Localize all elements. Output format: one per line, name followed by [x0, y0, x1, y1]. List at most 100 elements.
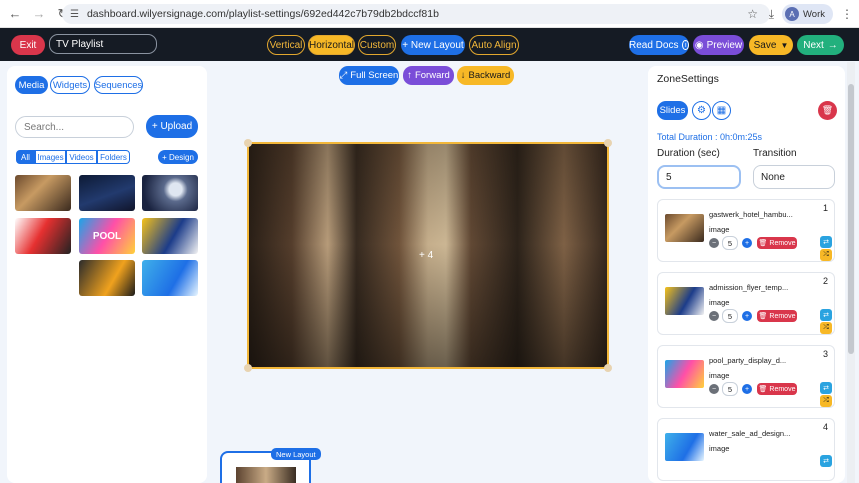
forward-button[interactable]: ↑ Forward [403, 66, 454, 85]
slide-name: admission_flyer_temp... [709, 283, 789, 292]
swap-icon[interactable]: ⇄ [820, 236, 832, 248]
scrollbar-thumb[interactable] [848, 84, 854, 354]
arrow-right-icon: → [827, 39, 838, 51]
site-settings-icon[interactable]: ☰ [70, 9, 79, 20]
slide-thumb [665, 360, 704, 388]
media-thumb[interactable] [142, 218, 198, 254]
profile-chip[interactable]: A Work [782, 4, 833, 24]
tab-sequences[interactable]: Sequences [94, 76, 143, 94]
media-thumb[interactable]: POOL [79, 218, 135, 254]
slide-duration-input[interactable]: 5 [722, 236, 738, 250]
increase-duration-button[interactable]: + [742, 238, 752, 248]
tab-media[interactable]: Media [15, 76, 48, 94]
resize-handle[interactable] [244, 364, 252, 372]
download-icon[interactable]: ⤓ [769, 7, 774, 22]
remove-slide-button[interactable]: 🗑 Remove [757, 383, 797, 395]
slide-duration-input[interactable]: 5 [722, 309, 738, 323]
resize-handle[interactable] [604, 364, 612, 372]
forward-arrow-icon[interactable]: → [30, 5, 48, 23]
zone-settings-panel: ZoneSettings Slides ⚙ ▦ 🗑 Total Duration… [648, 66, 845, 483]
slide-card[interactable]: 4 water_sale_ad_design... image ⇄ [657, 418, 835, 481]
filter-folders[interactable]: Folders [97, 150, 130, 164]
slide-card[interactable]: 2 admission_flyer_temp... image − 5 + 🗑 … [657, 272, 835, 335]
orientation-horizontal-button[interactable]: Horizontal [308, 35, 355, 55]
calendar-icon[interactable]: ▦ [712, 101, 731, 120]
backward-button[interactable]: ↓ Backward [457, 66, 514, 85]
playlist-name-input[interactable]: TV Playlist [49, 34, 157, 54]
design-button[interactable]: + Design [158, 150, 198, 164]
slide-number: 4 [822, 422, 828, 432]
new-layout-button[interactable]: + New Layout [401, 35, 465, 55]
media-thumb[interactable] [79, 175, 135, 211]
gear-icon[interactable]: ⚙ [692, 101, 711, 120]
transition-select[interactable]: None [753, 165, 835, 189]
address-bar[interactable]: ☰ dashboard.wilyersignage.com/playlist-s… [62, 4, 770, 24]
tab-widgets[interactable]: Widgets [50, 76, 90, 94]
settings-scrollbar[interactable] [847, 62, 855, 483]
forward-label: Forward [414, 70, 450, 81]
increase-duration-button[interactable]: + [742, 311, 752, 321]
orientation-custom-button[interactable]: Custom [358, 35, 396, 55]
zone-settings-title: ZoneSettings [657, 73, 719, 85]
upload-button[interactable]: + Upload [146, 115, 198, 138]
filter-videos[interactable]: Videos [66, 150, 97, 164]
read-docs-label: Read Docs [629, 39, 679, 51]
slide-card[interactable]: 3 pool_party_display_d... image − 5 + 🗑 … [657, 345, 835, 408]
media-thumb[interactable] [142, 175, 198, 211]
decrease-duration-button[interactable]: − [709, 311, 719, 321]
trash-icon: 🗑 [758, 313, 768, 320]
shuffle-icon[interactable]: ⤮ [820, 249, 832, 261]
read-docs-button[interactable]: Read Docs i [629, 35, 689, 55]
slide-type: image [709, 298, 730, 307]
backward-label: Backward [468, 70, 511, 81]
remove-slide-button[interactable]: 🗑 Remove [757, 310, 797, 322]
shuffle-icon[interactable]: ⤮ [820, 395, 832, 407]
decrease-duration-button[interactable]: − [709, 384, 719, 394]
slide-thumb [665, 214, 704, 242]
media-thumb[interactable] [79, 260, 135, 296]
slide-card[interactable]: 1 gastwerk_hotel_hambu... image − 5 + 🗑 … [657, 199, 835, 262]
duration-label: Duration (sec) [657, 148, 720, 159]
slides-tab-button[interactable]: Slides [657, 101, 688, 120]
total-duration: Total Duration : 0h:0m:25s [657, 132, 763, 142]
remove-slide-button[interactable]: 🗑 Remove [757, 237, 797, 249]
browser-menu-icon[interactable]: ⋮ [841, 7, 853, 21]
media-thumb[interactable] [15, 175, 71, 211]
full-screen-button[interactable]: ⤢ Full Screen [339, 66, 399, 85]
next-button[interactable]: Next → [797, 35, 844, 55]
media-thumb[interactable] [142, 260, 198, 296]
media-thumb[interactable] [15, 218, 71, 254]
media-search-input[interactable]: Search... [15, 116, 134, 138]
increase-duration-button[interactable]: + [742, 384, 752, 394]
profile-label: Work [803, 8, 825, 20]
filter-images[interactable]: Images [35, 150, 66, 164]
slide-type: image [709, 225, 730, 234]
back-arrow-icon[interactable]: ← [6, 5, 24, 23]
auto-align-button[interactable]: Auto Align [469, 35, 519, 55]
resize-handle[interactable] [604, 139, 612, 147]
save-button[interactable]: Save ▼ [749, 35, 793, 55]
exit-button[interactable]: Exit [11, 35, 45, 55]
orientation-vertical-button[interactable]: Vertical [267, 35, 305, 55]
filter-all[interactable]: All [16, 150, 35, 164]
layout-zone[interactable]: + 4 [244, 139, 612, 372]
slide-thumb [665, 287, 704, 315]
slide-number: 2 [822, 276, 828, 286]
trash-icon[interactable]: 🗑 [818, 101, 837, 120]
preview-button[interactable]: ◉ Preview [693, 35, 744, 55]
full-screen-label: Full Screen [350, 70, 399, 81]
slide-duration-input[interactable]: 5 [722, 382, 738, 396]
chevron-down-icon: ▼ [780, 40, 789, 50]
swap-icon[interactable]: ⇄ [820, 309, 832, 321]
resize-handle[interactable] [244, 139, 252, 147]
slide-name: pool_party_display_d... [709, 356, 787, 365]
swap-icon[interactable]: ⇄ [820, 455, 832, 467]
shuffle-icon[interactable]: ⤮ [820, 322, 832, 334]
media-library-panel: Media Widgets Sequences Search... + Uplo… [7, 66, 207, 483]
slide-thumb [665, 433, 704, 461]
decrease-duration-button[interactable]: − [709, 238, 719, 248]
swap-icon[interactable]: ⇄ [820, 382, 832, 394]
duration-input[interactable]: 5 [657, 165, 741, 189]
arrow-down-icon: ↓ [460, 70, 466, 81]
bookmark-star-icon[interactable]: ☆ [747, 7, 758, 21]
